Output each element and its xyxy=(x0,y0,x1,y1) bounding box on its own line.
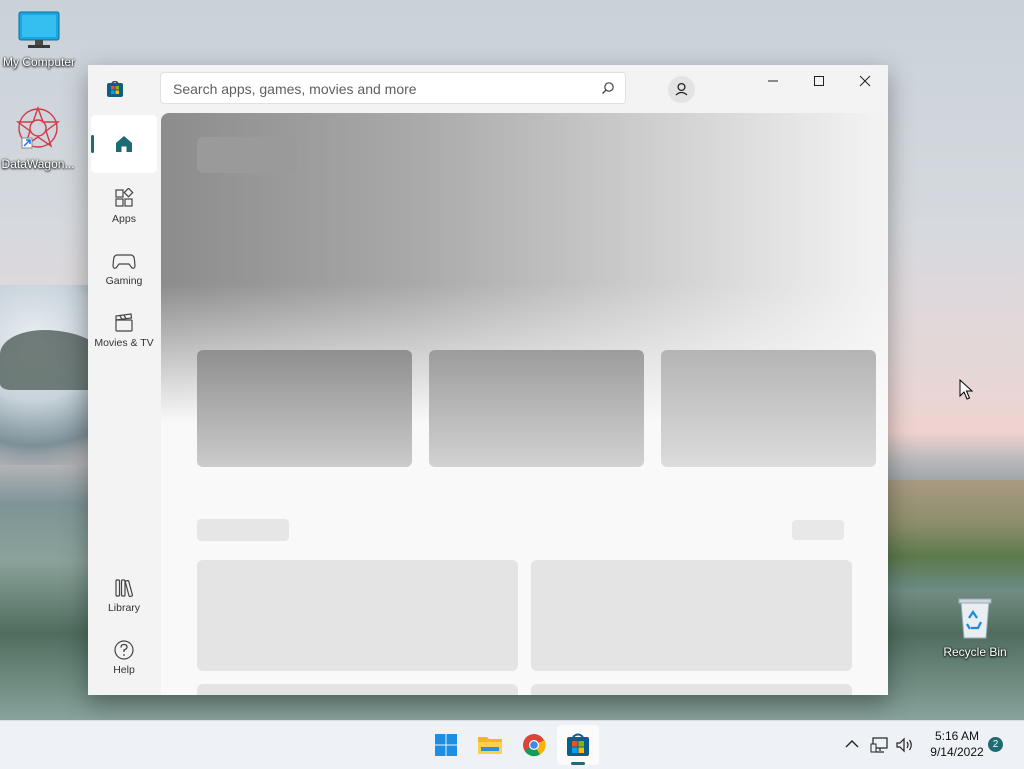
nav-label-help: Help xyxy=(113,664,135,676)
app-card-placeholder[interactable] xyxy=(531,560,852,671)
network-icon[interactable] xyxy=(870,736,890,754)
app-card-placeholder[interactable] xyxy=(197,560,518,671)
start-button[interactable] xyxy=(425,725,467,765)
active-indicator xyxy=(91,135,94,153)
nav-label-movies-tv: Movies & TV xyxy=(94,337,154,349)
search-box[interactable] xyxy=(160,72,626,105)
datawagon-logo-icon xyxy=(15,105,61,149)
close-button[interactable] xyxy=(842,65,888,97)
hero-card-placeholder[interactable] xyxy=(197,350,412,467)
nav-label-gaming: Gaming xyxy=(105,275,143,287)
help-icon xyxy=(114,640,134,660)
nav-item-gaming[interactable]: Gaming xyxy=(91,246,157,302)
minimize-icon xyxy=(768,80,778,82)
nav-item-help[interactable]: Help xyxy=(91,635,157,691)
controller-icon xyxy=(112,254,136,269)
search-input[interactable] xyxy=(171,73,595,105)
person-icon xyxy=(675,82,688,96)
desktop-icon-label: Recycle Bin xyxy=(943,645,1007,659)
nav-item-library[interactable]: Library xyxy=(91,573,157,629)
monitor-icon xyxy=(18,11,60,48)
close-icon xyxy=(859,75,871,87)
see-all-placeholder[interactable] xyxy=(792,520,844,540)
nav-item-home[interactable] xyxy=(91,115,157,173)
running-indicator xyxy=(571,762,585,765)
maximize-icon xyxy=(814,76,824,86)
chevron-up-icon[interactable] xyxy=(845,738,859,750)
desktop-icon-datawagon[interactable]: DataWagon... xyxy=(0,104,76,171)
hero-card-placeholder[interactable] xyxy=(661,350,876,467)
nav-label-library: Library xyxy=(107,602,141,614)
maximize-button[interactable] xyxy=(796,65,842,97)
wallpaper-grass xyxy=(888,480,1024,590)
content-area xyxy=(161,113,888,695)
section-title-placeholder xyxy=(197,519,289,541)
mouse-cursor-icon xyxy=(959,379,973,400)
start-icon xyxy=(435,734,457,756)
apps-icon xyxy=(115,188,134,207)
store-logo-icon xyxy=(107,81,123,97)
notification-badge[interactable]: 2 xyxy=(988,737,1003,752)
chrome-button[interactable] xyxy=(513,725,555,765)
chrome-icon xyxy=(523,734,546,757)
account-button[interactable] xyxy=(668,76,695,103)
desktop-icon-label: My Computer xyxy=(2,55,76,69)
clock[interactable]: 5:16 AM 9/14/2022 xyxy=(922,728,992,760)
store-taskbar-button[interactable] xyxy=(557,725,599,765)
app-card-placeholder[interactable] xyxy=(531,684,852,695)
clock-time: 5:16 AM xyxy=(934,729,980,743)
store-icon xyxy=(567,733,589,756)
notification-count: 2 xyxy=(992,739,999,750)
clapperboard-icon xyxy=(115,313,133,332)
taskbar: 5:16 AM 9/14/2022 2 xyxy=(0,720,1024,769)
nav-label-apps: Apps xyxy=(112,213,136,225)
file-explorer-icon xyxy=(478,737,502,754)
file-explorer-button[interactable] xyxy=(469,725,511,765)
nav-item-movies-tv[interactable]: Movies & TV xyxy=(91,308,157,364)
hero-title-placeholder xyxy=(197,137,297,173)
home-icon xyxy=(116,136,132,152)
search-icon[interactable] xyxy=(601,81,615,95)
recycle-bin-icon xyxy=(958,598,992,639)
library-icon xyxy=(115,579,134,598)
desktop-icon-label: DataWagon... xyxy=(1,157,75,171)
hero-card-placeholder[interactable] xyxy=(429,350,644,467)
nav-rail: Apps Gaming Movies & TV Library Help xyxy=(88,113,160,695)
minimize-button[interactable] xyxy=(750,65,796,97)
title-bar xyxy=(88,65,888,113)
nav-item-apps[interactable]: Apps xyxy=(91,184,157,240)
store-window: Apps Gaming Movies & TV Library xyxy=(88,65,888,695)
clock-date: 9/14/2022 xyxy=(930,745,984,759)
desktop-icon-my-computer[interactable]: My Computer xyxy=(1,10,77,69)
desktop-icon-recycle-bin[interactable]: Recycle Bin xyxy=(937,596,1013,659)
volume-icon[interactable] xyxy=(895,736,915,754)
app-card-placeholder[interactable] xyxy=(197,684,518,695)
